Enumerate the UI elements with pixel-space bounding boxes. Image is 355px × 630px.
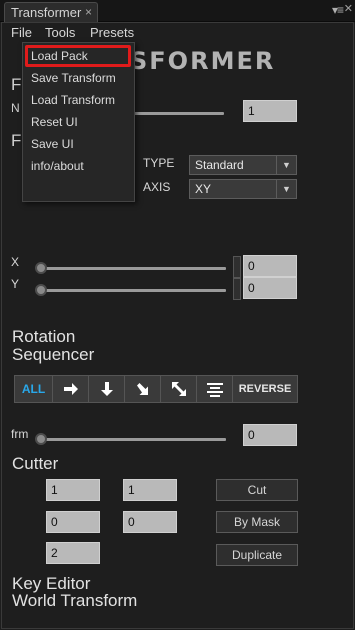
tab-transformer[interactable]: Transformer × (4, 2, 98, 22)
y-label: Y (11, 277, 20, 291)
type-value: Standard (195, 158, 244, 172)
top-slider-track[interactable] (134, 112, 224, 115)
panel-menu-icon[interactable]: ▾≡ (332, 3, 344, 17)
align-lines-icon (206, 383, 223, 397)
partial-label: N (11, 101, 20, 115)
world-transform-title[interactable]: World Transform (12, 592, 137, 610)
menu-item-save-transform[interactable]: Save Transform (31, 71, 116, 85)
menu-item-reset-ui[interactable]: Reset UI (31, 115, 78, 129)
menu-item-info-about[interactable]: info/about (31, 159, 84, 173)
menu-item-load-transform[interactable]: Load Transform (31, 93, 115, 107)
chevron-down-icon: ▼ (276, 156, 296, 174)
arrow-right-icon (63, 383, 78, 395)
seq-all-button[interactable]: ALL (15, 376, 53, 402)
expand-diagonal-icon (171, 382, 186, 396)
x-slider-knob[interactable] (35, 262, 47, 274)
partial-heading: F (11, 131, 22, 150)
panel-close-icon[interactable]: ✕ (344, 2, 353, 15)
axis-label: AXIS (143, 180, 171, 194)
seq-down-button[interactable] (89, 376, 125, 402)
title-line-1: Rotation (12, 327, 76, 346)
duplicate-button[interactable]: Duplicate (216, 544, 298, 566)
y-slider-end (233, 278, 241, 300)
title-line-2: Sequencer (12, 345, 95, 364)
menu-item-save-ui[interactable]: Save UI (31, 137, 74, 151)
frm-slider-track[interactable] (40, 438, 226, 441)
axis-value: XY (195, 182, 212, 196)
type-label: TYPE (143, 156, 175, 170)
menu-tools[interactable]: Tools (45, 25, 75, 40)
transformer-logo: SFORMER (130, 47, 276, 75)
chevron-down-icon: ▼ (276, 180, 296, 198)
x-label: X (11, 255, 20, 269)
y-slider-knob[interactable] (35, 284, 47, 296)
tools-dropdown-menu: Load Pack Save Transform Load Transform … (22, 42, 135, 202)
partial-heading: F (11, 75, 22, 94)
type-select[interactable]: Standard ▼ (189, 155, 297, 175)
menubar: File Tools Presets (2, 23, 353, 41)
frm-value-field[interactable]: 0 (243, 424, 297, 446)
menu-presets[interactable]: Presets (90, 25, 134, 40)
x-slider-track[interactable] (40, 267, 226, 270)
menu-item-load-pack[interactable]: Load Pack (31, 49, 88, 63)
transformer-panel: File Tools Presets SFORMER F N F 1 TYPE … (1, 22, 354, 629)
cutter-field-3[interactable]: 0 (46, 511, 100, 533)
y-value-field[interactable]: 0 (243, 277, 297, 299)
seq-right-button[interactable] (53, 376, 89, 402)
top-value-field[interactable]: 1 (243, 100, 297, 122)
cutter-title: Cutter (12, 454, 59, 473)
cutter-field-5[interactable]: 2 (46, 542, 100, 564)
x-slider-end (233, 256, 241, 278)
frm-label: frm (11, 427, 29, 441)
seq-diagonal-button[interactable] (125, 376, 161, 402)
close-icon[interactable]: × (85, 5, 92, 19)
seq-expand-button[interactable] (161, 376, 197, 402)
menu-file[interactable]: File (11, 25, 32, 40)
cut-button[interactable]: Cut (216, 479, 298, 501)
sequencer-toolbar: ALL REVERSE (14, 375, 298, 403)
arrow-diagonal-icon (136, 383, 148, 395)
cutter-field-2[interactable]: 1 (123, 479, 177, 501)
rotation-sequencer-title: Rotation Sequencer (12, 328, 94, 364)
panel-tab-bar: Transformer × ▾≡ ✕ (0, 0, 355, 22)
seq-align-button[interactable] (197, 376, 233, 402)
y-slider-track[interactable] (40, 289, 226, 292)
cutter-field-4[interactable]: 0 (123, 511, 177, 533)
by-mask-button[interactable]: By Mask (216, 511, 298, 533)
x-value-field[interactable]: 0 (243, 255, 297, 277)
cutter-field-1[interactable]: 1 (46, 479, 100, 501)
frm-slider-knob[interactable] (35, 433, 47, 445)
seq-reverse-button[interactable]: REVERSE (233, 376, 297, 402)
axis-select[interactable]: XY ▼ (189, 179, 297, 199)
tab-title: Transformer (11, 5, 82, 20)
arrow-down-icon (100, 382, 113, 396)
